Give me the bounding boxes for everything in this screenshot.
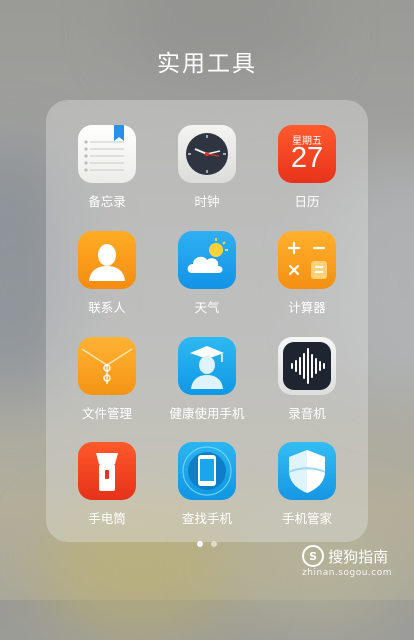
phone-manager-icon	[278, 442, 336, 500]
calendar-day: 27	[290, 142, 324, 174]
page-dot[interactable]	[211, 541, 217, 547]
app-label: 手电筒	[88, 511, 126, 526]
contacts-icon	[78, 231, 136, 289]
app-weather[interactable]: 天气	[157, 231, 257, 316]
page-dot-active[interactable]	[197, 541, 203, 547]
clock-icon	[178, 125, 236, 183]
app-label: 录音机	[288, 406, 326, 421]
flashlight-icon	[78, 442, 136, 500]
app-label: 备忘录	[88, 194, 126, 209]
calendar-icon: 星期五 27	[278, 125, 336, 183]
app-contacts[interactable]: 联系人	[57, 231, 157, 316]
watermark-text: 搜狗指南	[328, 547, 389, 566]
app-label: 查找手机	[181, 511, 232, 526]
weather-icon	[178, 231, 236, 289]
app-recorder[interactable]: 录音机	[257, 337, 357, 422]
app-label: 天气	[194, 300, 220, 315]
find-phone-icon	[178, 442, 236, 500]
app-label: 文件管理	[81, 406, 132, 421]
app-flashlight[interactable]: 手电筒	[57, 442, 157, 527]
file-manager-icon	[78, 337, 136, 395]
app-find-phone[interactable]: 查找手机	[157, 442, 257, 527]
app-label: 健康使用手机	[169, 406, 245, 421]
health-icon	[178, 337, 236, 395]
folder-title[interactable]: 实用工具	[0, 44, 414, 78]
app-health[interactable]: 健康使用手机	[157, 337, 257, 422]
app-memo[interactable]: 备忘录	[57, 125, 157, 210]
memo-icon	[78, 125, 136, 183]
app-label: 手机管家	[281, 511, 332, 526]
sogou-logo-icon: S	[302, 545, 325, 567]
app-phone-manager[interactable]: 手机管家	[257, 442, 357, 527]
app-label: 联系人	[88, 300, 126, 315]
app-clock[interactable]: 时钟	[157, 125, 257, 210]
app-label: 计算器	[288, 300, 326, 315]
sogou-watermark: S 搜狗指南 zhinan.sogou.com	[302, 545, 392, 578]
app-label: 日历	[294, 194, 320, 209]
watermark-url: zhinan.sogou.com	[302, 568, 392, 578]
app-calculator[interactable]: 计算器	[257, 231, 357, 316]
app-label: 时钟	[194, 194, 220, 209]
app-file-manager[interactable]: 文件管理	[57, 337, 157, 422]
recorder-icon	[278, 337, 336, 395]
calculator-icon	[278, 231, 336, 289]
app-folder: 备忘录 时钟 星期五 27 日历 联系人 天气 计算器 文件管理 健康使用手机 …	[46, 100, 368, 542]
app-calendar[interactable]: 星期五 27 日历	[257, 125, 357, 210]
